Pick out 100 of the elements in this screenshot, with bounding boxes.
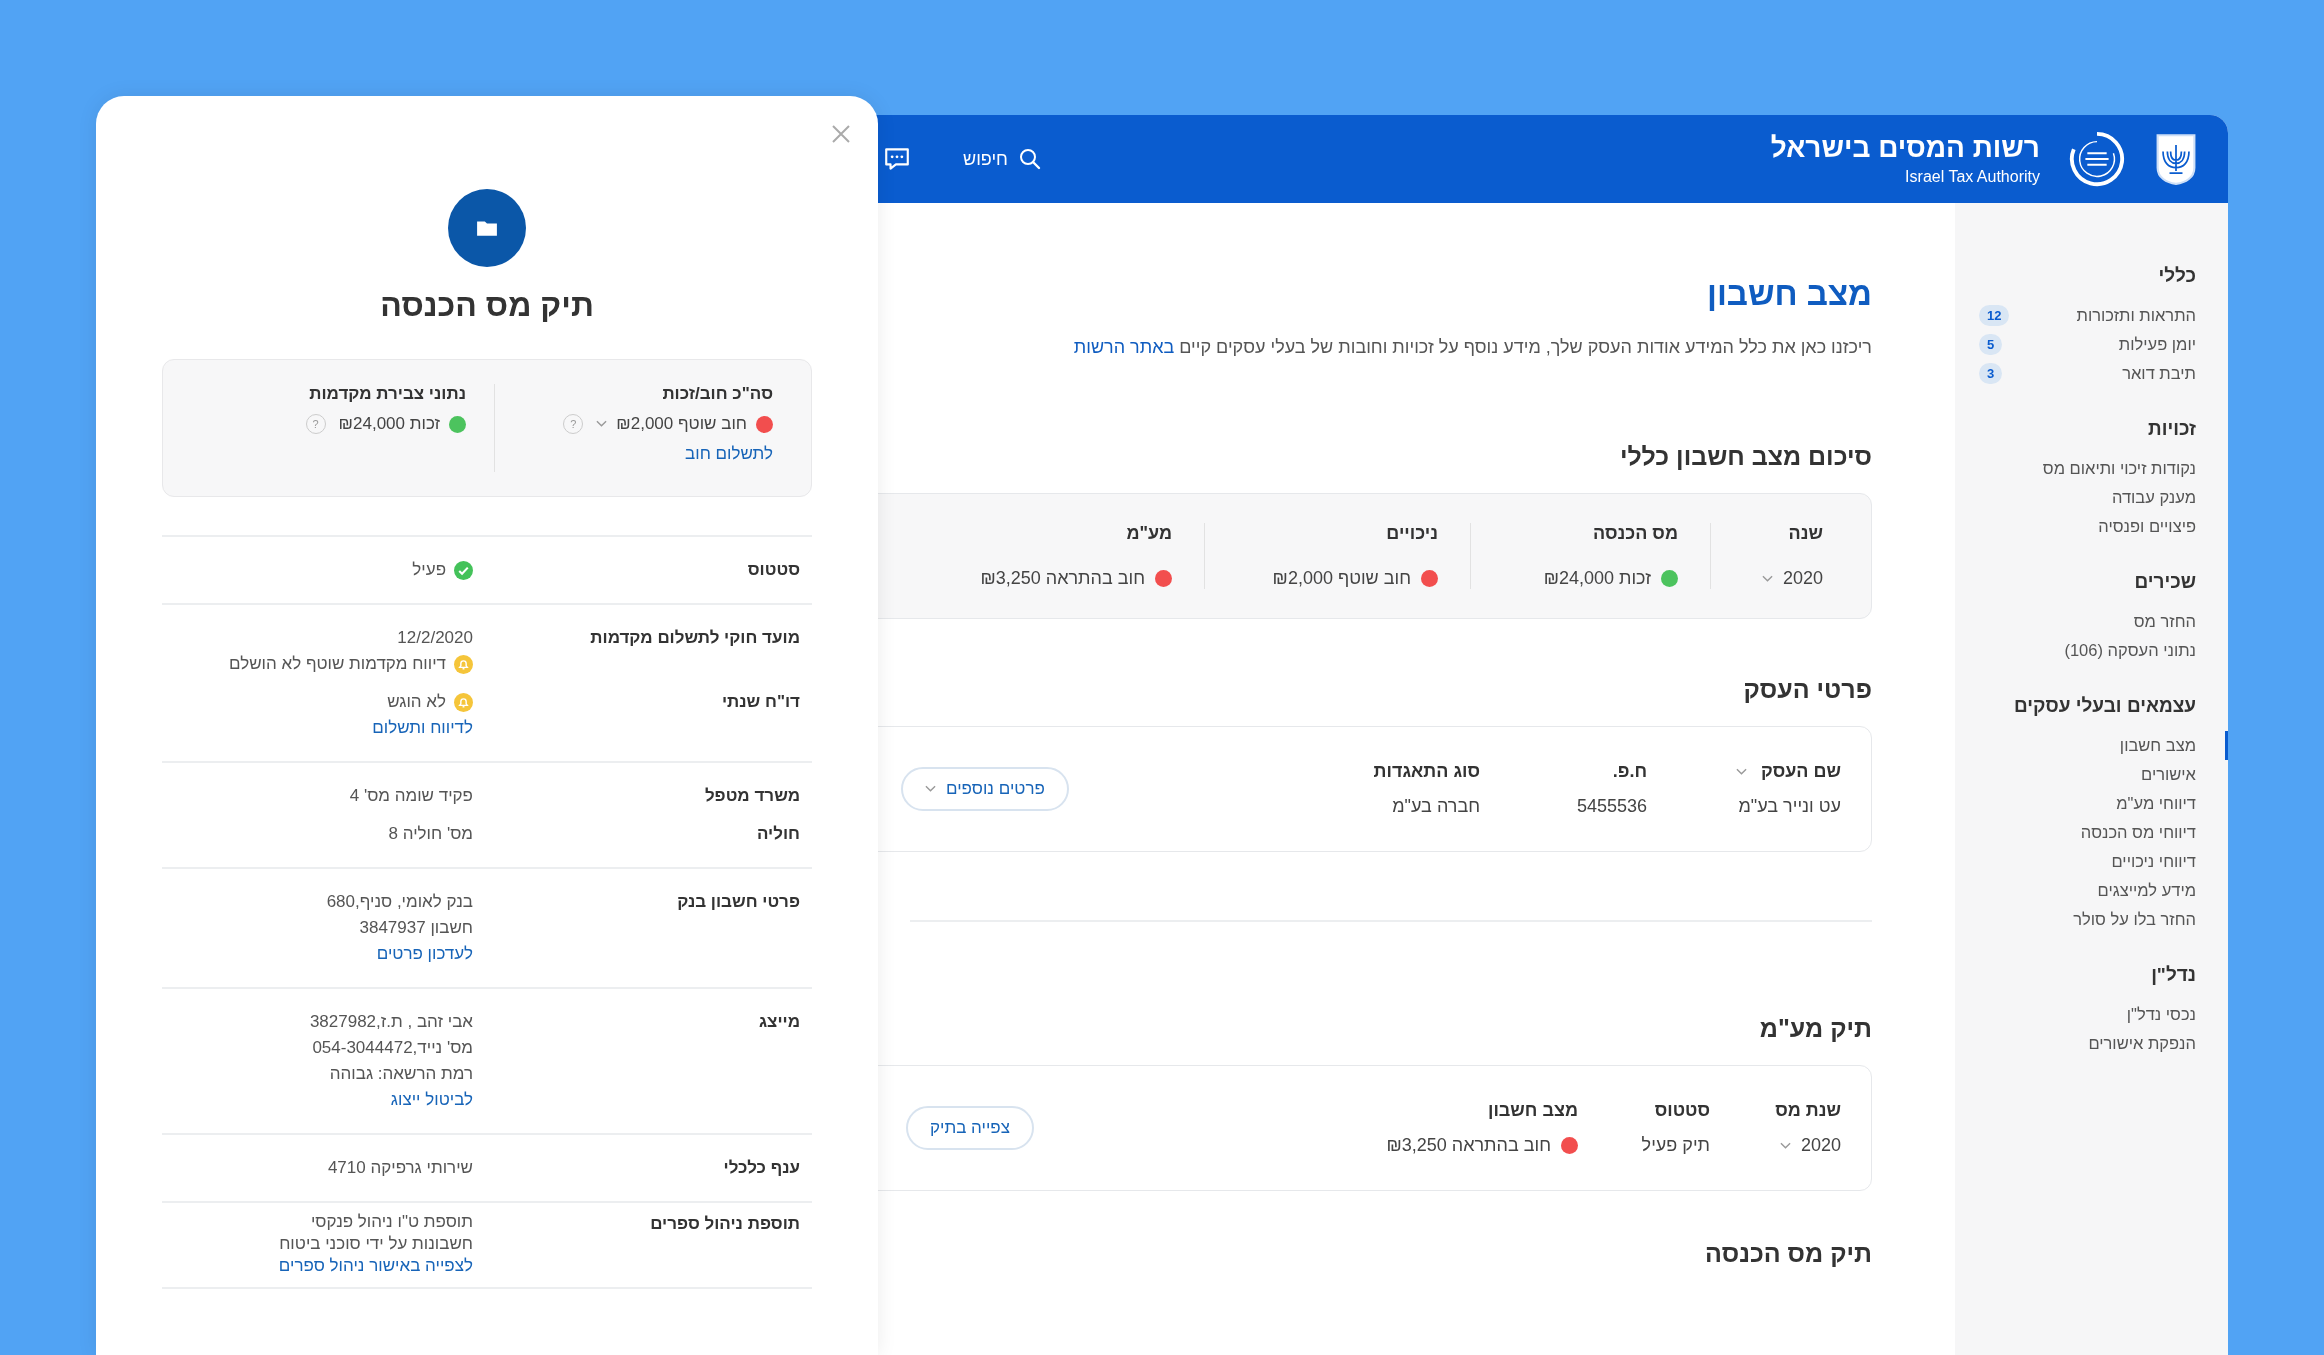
chevron-icon[interactable] [1779,1141,1791,1150]
column-label: סוג התאגדות [1373,761,1480,782]
column-label: מע"מ [1125,523,1172,544]
field-label: דו"ח שנתי [720,691,800,713]
field-label: ענף כלכלי [722,1157,800,1179]
search-button[interactable]: חיפוש [963,147,1042,171]
section-heading: פרטי העסק [1743,675,1872,704]
folder-icon [476,219,498,237]
field-label: מועד חוקי לתשלום מקדמות [589,627,800,649]
sidebar-item[interactable]: דיווחי מע"מ [1955,789,2228,818]
column-value: 5455536 [1576,796,1647,817]
site-link[interactable]: באתר הרשות [1073,337,1175,357]
close-icon[interactable] [831,124,851,144]
field-label: מייצג [757,1011,800,1033]
field-value: פעיל [412,559,446,581]
count-badge: 5 [1979,334,2003,355]
sidebar-item[interactable]: הנפקת אישורים [1955,1029,2228,1058]
sidebar-item[interactable]: החזר מס [1955,607,2228,636]
field-value: מס' נייד,054-3044472 [312,1037,473,1059]
column-value: חוב בהתראה ₪3,250 [1386,1135,1551,1156]
field-label: תוספת ניהול ספרים [649,1213,800,1235]
column-label: שנה [1787,523,1823,544]
panel-title: תיק מס הכנסה [380,287,594,324]
field-value: פקיד שומה מס' 4 [349,785,473,807]
sidebar-item[interactable]: נכסי נדל"ן [1955,1000,2228,1029]
chevron-icon [925,785,936,793]
field-value: אבי זהב , ת.ז,3827982 [309,1011,473,1033]
sidebar-item[interactable]: החזר בלו על סולר [1955,905,2228,934]
column-label: שם העסק [1760,761,1841,782]
field-value: מס' חוליה 8 [388,823,473,845]
page-title: מצב חשבון [1706,275,1872,313]
column-value: תיק פעיל [1641,1135,1710,1156]
sidebar-heading: עצמאים ובעלי עסקים [2013,695,2197,717]
column-label: מס הכנסה [1591,523,1678,544]
column-label: סטטוס [1653,1100,1710,1121]
column-value: עט ונייר בע"מ [1738,796,1841,817]
section-heading: תיק מע"מ [1759,1014,1872,1043]
sidebar-heading: זכויות [2147,418,2197,440]
section-heading: תיק מס הכנסה [1705,1239,1872,1268]
column-value: 2020 [1800,1135,1841,1156]
sidebar-item[interactable]: דיווחי ניכויים [1955,847,2228,876]
bell-icon [454,654,473,674]
site-title: רשות המסים בישראל [1770,132,2040,164]
sidebar-heading: שכירים [2133,571,2197,593]
site-subtitle: Israel Tax Authority [1905,168,2040,186]
emblem-icon [2154,132,2198,186]
field-label: חוליה [755,823,800,845]
bell-icon [454,692,473,712]
view-file-button[interactable]: צפייה בתיק [906,1106,1034,1150]
sidebar-item[interactable]: מידע למייצגים [1955,876,2228,905]
section-heading: סיכום מצב חשבון כללי [1619,442,1872,471]
column-label: שנת מס [1774,1100,1841,1121]
chat-icon[interactable] [883,146,911,172]
sidebar-item[interactable]: מענק עבודה [1955,483,2228,512]
search-icon [1017,147,1042,171]
chevron-icon[interactable] [596,420,608,428]
sidebar-item[interactable]: דיווחי מס הכנסה [1955,818,2228,847]
column-value: חוב שוטף ₪2,000 [616,414,747,434]
sidebar-heading: נדל"ן [2150,964,2197,986]
column-value: זכות ₪24,000 [338,414,440,434]
chevron-icon[interactable] [1735,767,1747,776]
field-value: חשבונות על ידי סוכני ביטוח [279,1233,473,1255]
column-label: ח.פ. [1612,761,1647,782]
field-value: בנק לאומי, סניף,680 [326,891,473,913]
sidebar-heading: כללי [2157,265,2197,287]
column-label: סה"כ חוב/זכות [662,384,773,404]
column-value: זכות ₪24,000 [1543,568,1651,589]
field-value: רמת הרשאה: גבוהה [329,1063,473,1085]
pay-debt-link[interactable]: לתשלום חוב [685,444,773,464]
field-label: פרטי חשבון בנק [676,891,800,913]
field-label: משרד מטפל [703,785,800,807]
field-value: חשבון 3847937 [359,917,473,939]
column-value: חוב שוטף ₪2,000 [1272,568,1411,589]
count-badge: 12 [1979,305,2010,326]
field-label: סטטוס [746,559,800,581]
more-details-button[interactable]: פרטים נוספים [901,767,1069,811]
action-link[interactable]: לביטול ייצוג [390,1087,473,1113]
action-link[interactable]: לדיווח ותשלום [372,715,473,741]
check-icon [454,560,473,580]
column-value: חברה בע"מ [1392,796,1480,817]
field-value: לא הוגש [387,691,446,713]
sidebar-item[interactable]: אישורים [1955,760,2228,789]
field-value: שירותי גרפיקה 4710 [327,1157,473,1179]
sidebar-item[interactable]: נקודות זיכוי ותיאום מס [1955,454,2228,483]
column-label: נתוני צבירת מקדמות [309,384,466,404]
chevron-icon[interactable] [1761,574,1773,583]
action-link[interactable]: לצפייה באישור ניהול ספרים [278,1255,473,1277]
logo-icon [2068,130,2126,188]
action-link[interactable]: לעדכון פרטים [376,941,473,967]
sidebar-item[interactable]: נתוני העסקה (106) [1955,636,2228,665]
field-value: דיווח מקדמות שוטף לא הושלם [228,653,446,675]
column-value: 2020 [1782,568,1823,589]
field-value: תוספת ט"ו ניהול פנקסי [310,1211,473,1233]
sidebar-item[interactable]: פיצויים ופנסיה [1955,512,2228,541]
field-value: 12/2/2020 [397,627,473,649]
column-label: ניכויים [1385,523,1438,544]
sidebar-item[interactable]: מצב חשבון [1955,731,2228,760]
count-badge: 3 [1979,363,2003,384]
column-value: חוב בהתראה ₪3,250 [980,568,1145,589]
column-label: מצב חשבון [1486,1100,1578,1121]
